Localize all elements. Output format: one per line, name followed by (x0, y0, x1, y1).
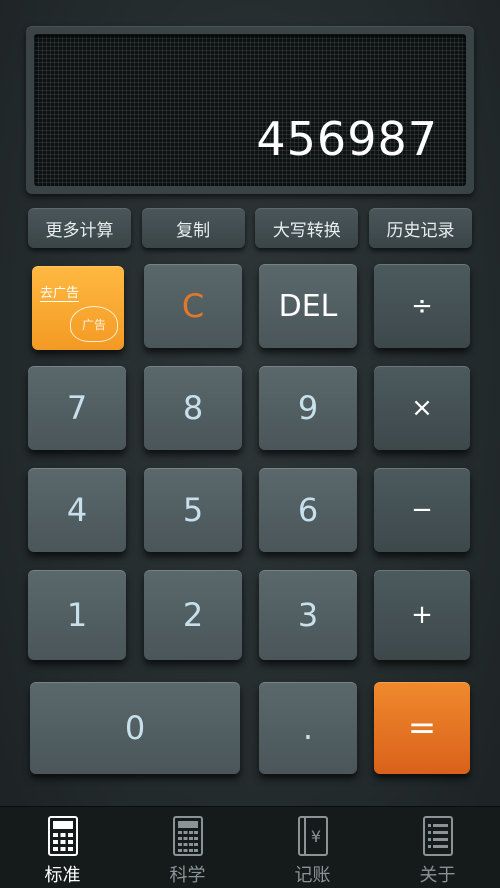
display-frame: 456987 (26, 26, 474, 194)
delete-button[interactable]: DEL (259, 264, 357, 348)
digit-5-button[interactable]: 5 (144, 468, 242, 552)
svg-text:¥: ¥ (310, 827, 320, 846)
tab-about[interactable]: 关于 (375, 807, 500, 888)
divide-button[interactable]: ÷ (374, 264, 470, 348)
tab-about-label: 关于 (419, 865, 456, 886)
tab-standard[interactable]: 标准 (0, 807, 125, 888)
bottom-tab-bar: 标准 科学 ¥ 记账 关于 (0, 806, 500, 888)
digit-9-button[interactable]: 9 (259, 366, 357, 450)
scientific-calculator-icon (170, 815, 206, 857)
copy-button[interactable]: 复制 (141, 208, 245, 248)
display-value: 456987 (256, 112, 438, 166)
multiply-button[interactable]: × (374, 366, 470, 450)
equals-button[interactable]: = (374, 682, 470, 774)
digit-8-button[interactable]: 8 (144, 366, 242, 450)
ad-stamp-icon: 广告 (70, 306, 118, 342)
plus-button[interactable]: + (374, 570, 470, 660)
display-screen: 456987 (34, 34, 466, 186)
digit-1-button[interactable]: 1 (28, 570, 126, 660)
digit-0-button[interactable]: 0 (30, 682, 240, 774)
minus-button[interactable]: − (374, 468, 470, 552)
digit-6-button[interactable]: 6 (259, 468, 357, 552)
tab-standard-label: 标准 (44, 865, 81, 886)
more-calculations-button[interactable]: 更多计算 (28, 208, 131, 248)
remove-ads-label: 去广告 (40, 282, 80, 302)
clear-button[interactable]: C (144, 264, 242, 348)
calculator-app: 456987 更多计算 复制 大写转换 历史记录 去广告 广告 C DEL ÷ … (0, 0, 500, 888)
digit-4-button[interactable]: 4 (28, 468, 126, 552)
keypad: 去广告 广告 C DEL ÷ 7 8 9 × 4 5 6 − 1 2 3 + 0… (28, 262, 474, 782)
decimal-point-button[interactable]: . (259, 682, 357, 774)
uppercase-convert-button[interactable]: 大写转换 (255, 208, 359, 248)
calculator-icon (45, 815, 81, 857)
digit-2-button[interactable]: 2 (144, 570, 242, 660)
yen-ledger-icon: ¥ (295, 815, 331, 857)
remove-ads-button[interactable]: 去广告 广告 (32, 266, 124, 350)
tab-scientific-label: 科学 (169, 865, 206, 886)
tab-scientific[interactable]: 科学 (125, 807, 250, 888)
info-list-icon (420, 815, 456, 857)
function-row: 更多计算 复制 大写转换 历史记录 (28, 208, 472, 250)
tab-bookkeeping[interactable]: ¥ 记账 (250, 807, 375, 888)
digit-7-button[interactable]: 7 (28, 366, 126, 450)
history-button[interactable]: 历史记录 (368, 208, 472, 248)
tab-bookkeeping-label: 记账 (294, 865, 331, 886)
digit-3-button[interactable]: 3 (259, 570, 357, 660)
